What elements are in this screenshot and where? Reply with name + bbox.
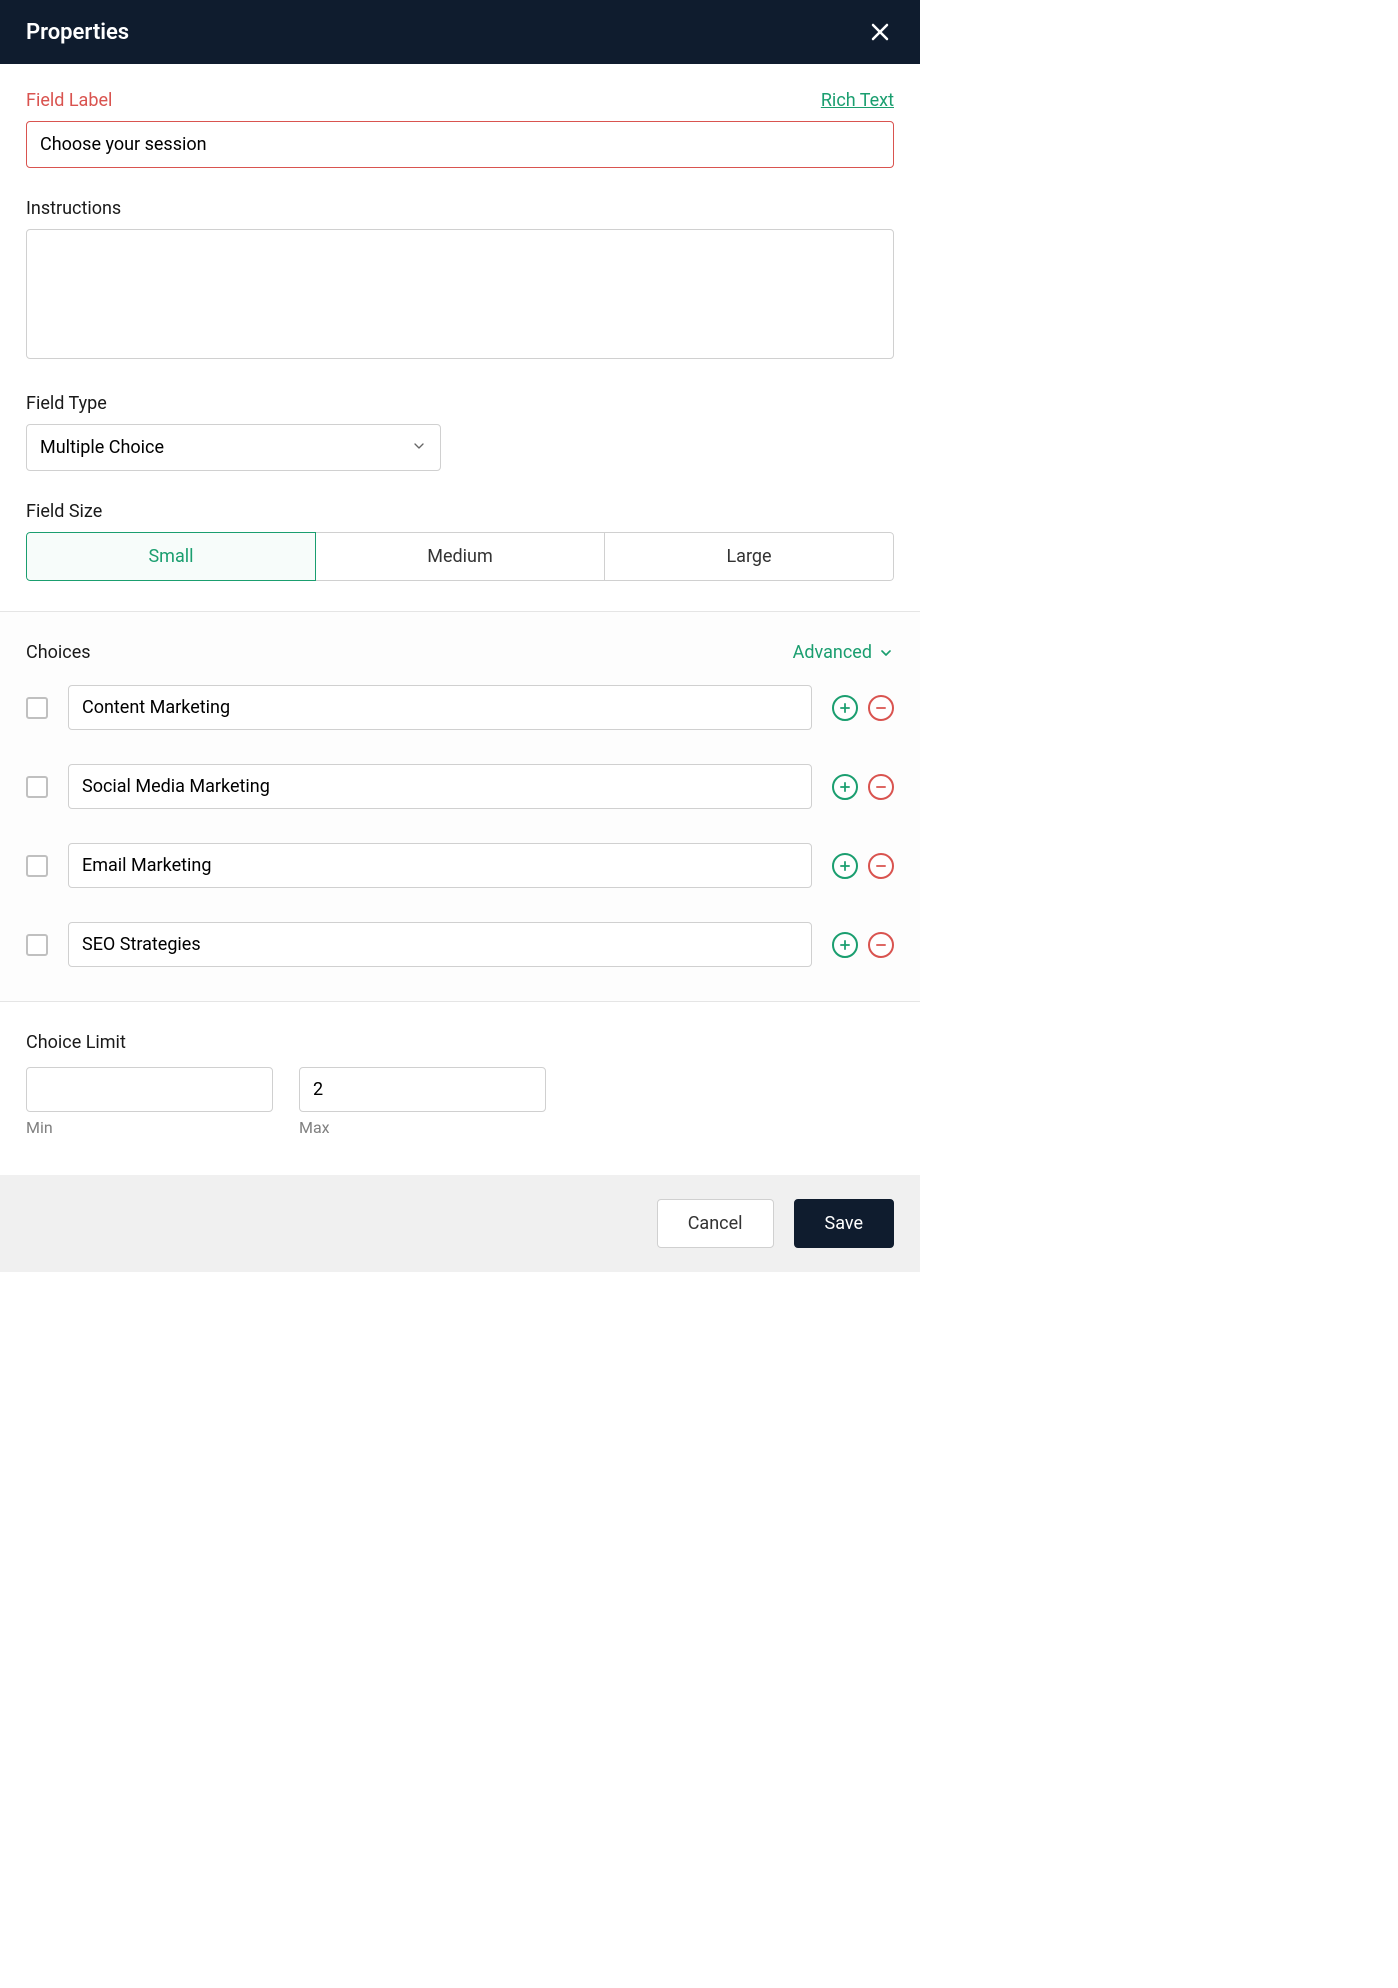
- save-button[interactable]: Save: [794, 1199, 895, 1248]
- instructions-label-row: Instructions: [26, 198, 894, 219]
- cancel-button[interactable]: Cancel: [657, 1199, 774, 1248]
- choice-checkbox[interactable]: [26, 697, 48, 719]
- field-type-select-wrap: [26, 424, 441, 471]
- field-label-label: Field Label: [26, 90, 112, 111]
- plus-icon: [838, 859, 852, 873]
- field-size-large[interactable]: Large: [605, 532, 894, 581]
- instructions-label: Instructions: [26, 198, 121, 219]
- chevron-down-icon: [878, 645, 894, 661]
- choice-limit-max-label: Max: [299, 1118, 546, 1137]
- field-type-label: Field Type: [26, 393, 107, 414]
- choice-row: [26, 922, 894, 967]
- plus-icon: [838, 780, 852, 794]
- close-icon: [868, 20, 892, 44]
- minus-icon: [874, 859, 888, 873]
- choice-row: [26, 843, 894, 888]
- minus-icon: [874, 938, 888, 952]
- choice-limit-label: Choice Limit: [26, 1032, 894, 1053]
- choice-actions: [832, 853, 894, 879]
- choice-limit-min-input[interactable]: [26, 1067, 273, 1112]
- field-type-group: Field Type: [26, 393, 894, 471]
- field-size-medium[interactable]: Medium: [316, 532, 605, 581]
- choice-input[interactable]: [68, 843, 812, 888]
- add-choice-button[interactable]: [832, 695, 858, 721]
- choice-actions: [832, 695, 894, 721]
- choice-row: [26, 764, 894, 809]
- instructions-input[interactable]: [26, 229, 894, 359]
- choice-limit-min-label: Min: [26, 1118, 273, 1137]
- remove-choice-button[interactable]: [868, 932, 894, 958]
- plus-icon: [838, 701, 852, 715]
- dialog-footer: Cancel Save: [0, 1175, 920, 1272]
- choice-limit-max-input[interactable]: [299, 1067, 546, 1112]
- choice-checkbox[interactable]: [26, 934, 48, 956]
- choice-checkbox[interactable]: [26, 776, 48, 798]
- choice-actions: [832, 774, 894, 800]
- field-type-label-row: Field Type: [26, 393, 894, 414]
- field-type-select[interactable]: [26, 424, 441, 471]
- add-choice-button[interactable]: [832, 774, 858, 800]
- dialog-title: Properties: [26, 20, 129, 45]
- field-label-group: Field Label Rich Text: [26, 90, 894, 168]
- remove-choice-button[interactable]: [868, 695, 894, 721]
- field-size-small[interactable]: Small: [26, 532, 316, 581]
- choice-row: [26, 685, 894, 730]
- field-size-group: Field Size Small Medium Large: [26, 501, 894, 581]
- choice-checkbox[interactable]: [26, 855, 48, 877]
- choices-section: Choices Advanced: [0, 611, 920, 1002]
- close-button[interactable]: [866, 18, 894, 46]
- choice-input[interactable]: [68, 922, 812, 967]
- advanced-link[interactable]: Advanced: [793, 642, 894, 663]
- dialog-header: Properties: [0, 0, 920, 64]
- choices-list: [26, 685, 894, 967]
- choice-input[interactable]: [68, 764, 812, 809]
- field-size-label: Field Size: [26, 501, 102, 522]
- field-size-segmented: Small Medium Large: [26, 532, 894, 581]
- advanced-link-text: Advanced: [793, 642, 872, 663]
- choice-limit-min-col: Min: [26, 1067, 273, 1137]
- minus-icon: [874, 780, 888, 794]
- plus-icon: [838, 938, 852, 952]
- choices-label: Choices: [26, 642, 91, 663]
- choice-limit-max-col: Max: [299, 1067, 546, 1137]
- field-label-input[interactable]: [26, 121, 894, 168]
- choice-limit-section: Choice Limit Min Max: [26, 1002, 894, 1175]
- field-size-label-row: Field Size: [26, 501, 894, 522]
- remove-choice-button[interactable]: [868, 853, 894, 879]
- instructions-group: Instructions: [26, 198, 894, 363]
- remove-choice-button[interactable]: [868, 774, 894, 800]
- choice-actions: [832, 932, 894, 958]
- dialog-content: Field Label Rich Text Instructions Field…: [0, 64, 920, 1272]
- minus-icon: [874, 701, 888, 715]
- rich-text-link[interactable]: Rich Text: [821, 90, 894, 111]
- add-choice-button[interactable]: [832, 932, 858, 958]
- choice-limit-row: Min Max: [26, 1067, 894, 1137]
- choice-input[interactable]: [68, 685, 812, 730]
- field-label-row: Field Label Rich Text: [26, 90, 894, 111]
- choices-header: Choices Advanced: [26, 642, 894, 663]
- add-choice-button[interactable]: [832, 853, 858, 879]
